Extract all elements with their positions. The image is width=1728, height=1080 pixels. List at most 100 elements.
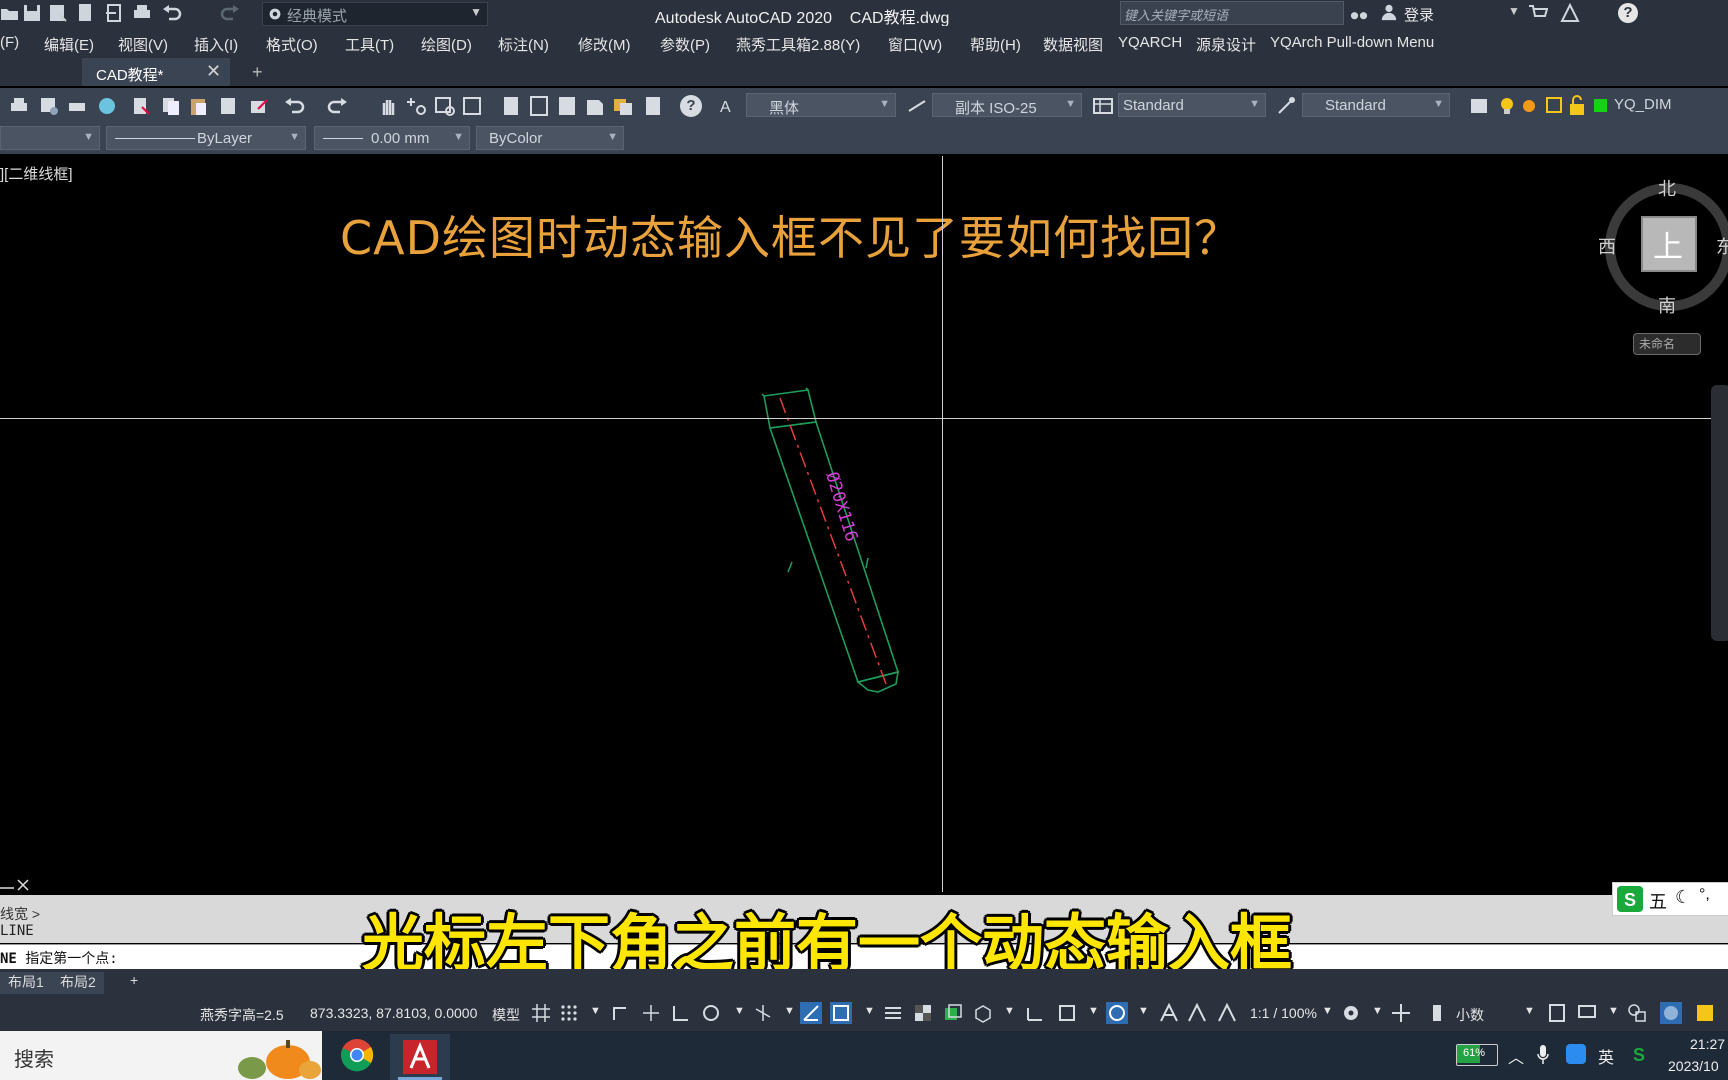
copy-icon[interactable] (160, 95, 182, 117)
color-select[interactable]: ▼ (0, 126, 100, 150)
chevron-down-icon[interactable]: ▼ (1524, 1005, 1535, 1017)
ucs-menu-button[interactable]: 未命名 (1633, 333, 1701, 355)
menu-yqarch[interactable]: YQARCH (1118, 34, 1182, 51)
selection-filter-icon[interactable] (1056, 1002, 1078, 1024)
menu-format[interactable]: 格式(O) (266, 34, 318, 55)
text-style-select[interactable]: 黑体 ▼ (746, 93, 896, 117)
compass-north[interactable]: 北 (1658, 175, 1676, 201)
menu-yanxiu[interactable]: 燕秀工具箱2.88(Y) (736, 34, 860, 55)
infer-constraints-icon[interactable] (610, 1002, 632, 1024)
pan-icon[interactable] (378, 95, 400, 117)
isodraft-icon[interactable] (752, 1002, 774, 1024)
multileader-style-select[interactable]: Standard ▼ (1302, 93, 1450, 117)
menu-draw[interactable]: 绘图(D) (421, 34, 472, 55)
dynamic-input-icon[interactable] (640, 1002, 662, 1024)
chevron-down-icon[interactable]: ▼ (784, 1005, 795, 1017)
graphics-performance-icon[interactable] (1576, 1002, 1598, 1024)
clock-time[interactable]: 21:27 (1690, 1036, 1725, 1052)
menu-yqarch-pulldown[interactable]: YQArch Pull-down Menu (1270, 34, 1434, 51)
lineweight-select[interactable]: 0.00 mm ▼ (314, 126, 470, 150)
close-icon[interactable]: ✕ (206, 61, 221, 82)
clean-screen-icon[interactable] (1694, 1002, 1716, 1024)
menu-window[interactable]: 窗口(W) (888, 34, 942, 55)
sun-icon[interactable] (1518, 95, 1540, 117)
menu-yuanquan[interactable]: 源泉设计 (1196, 34, 1256, 55)
coordinate-readout[interactable]: 873.3323, 87.8103, 0.0000 (310, 1005, 477, 1021)
match-prop-icon[interactable] (218, 95, 240, 117)
object-snap-tracking-icon[interactable] (800, 1002, 822, 1024)
selection-cycling-icon[interactable] (942, 1002, 964, 1024)
design-center-icon[interactable] (528, 95, 550, 117)
redo-icon[interactable] (220, 3, 240, 23)
autocad-taskbar-button[interactable] (390, 1034, 450, 1080)
plot-preview-icon[interactable] (76, 3, 96, 23)
quick-properties-icon[interactable] (1546, 1002, 1568, 1024)
clock-date[interactable]: 2023/10 (1668, 1058, 1719, 1074)
tab-layout2[interactable]: 布局2 (52, 972, 104, 994)
open-icon[interactable] (0, 3, 20, 23)
auto-scale-icon[interactable] (1186, 1002, 1208, 1024)
units-value[interactable]: 小数 (1456, 1005, 1484, 1025)
model-space-toggle[interactable]: 模型 (492, 1005, 520, 1025)
dim-style-icon[interactable] (906, 95, 928, 117)
microphone-icon[interactable] (1536, 1044, 1550, 1066)
snap-icon[interactable] (558, 1002, 580, 1024)
cart-icon[interactable] (1528, 3, 1549, 23)
chevron-down-icon[interactable]: ▼ (1608, 1005, 1619, 1017)
chevron-down-icon[interactable]: ▼ (1004, 1005, 1015, 1017)
chevron-down-icon[interactable]: ▼ (1088, 1005, 1099, 1017)
annotation-scale-icon[interactable] (1216, 1002, 1238, 1024)
dim-style-select[interactable]: 副本 ISO-25 ▼ (932, 93, 1082, 117)
paste-icon[interactable] (188, 95, 210, 117)
menu-data-view[interactable]: 数据视图 (1043, 34, 1103, 55)
publish-icon[interactable] (66, 95, 88, 117)
compass-west[interactable]: 西 (1598, 233, 1616, 259)
cut-icon[interactable] (130, 95, 152, 117)
3d-print-icon[interactable] (96, 95, 118, 117)
grid-icon[interactable] (530, 1002, 552, 1024)
help-search-input[interactable]: 键入关键字或短语 (1120, 1, 1344, 25)
chrome-icon[interactable] (340, 1038, 374, 1072)
text-style-icon[interactable]: A (718, 95, 740, 117)
tool-palettes-icon[interactable] (556, 95, 578, 117)
table-style-select[interactable]: Standard ▼ (1118, 93, 1266, 117)
help-icon[interactable]: ? (1618, 3, 1638, 23)
menu-view[interactable]: 视图(V) (118, 34, 168, 55)
gizmo-icon[interactable] (1106, 1002, 1128, 1024)
block-editor-icon[interactable] (248, 95, 270, 117)
workspace-gear-icon[interactable] (1340, 1002, 1362, 1024)
preview-icon[interactable] (38, 95, 60, 117)
annotation-monitor-icon[interactable] (1390, 1002, 1412, 1024)
markup-icon[interactable] (612, 95, 634, 117)
chevron-down-icon[interactable]: ▼ (1322, 1005, 1333, 1017)
user-icon[interactable] (1380, 3, 1398, 21)
help-icon[interactable]: ? (680, 95, 702, 117)
isolate-objects-icon[interactable] (1626, 1002, 1648, 1024)
chevron-down-icon[interactable]: ▼ (590, 1005, 601, 1017)
zoom-previous-icon[interactable] (462, 95, 484, 117)
chevron-down-icon[interactable]: ▼ (1372, 1005, 1383, 1017)
menu-parametric[interactable]: 参数(P) (660, 34, 710, 55)
sogou-tray-icon[interactable]: S (1630, 1044, 1650, 1064)
menu-dimension[interactable]: 标注(N) (498, 34, 549, 55)
menu-insert[interactable]: 插入(I) (194, 34, 238, 55)
lightbulb-icon[interactable] (1496, 95, 1518, 117)
annotation-scale-value[interactable]: 1:1 / 100% (1250, 1005, 1317, 1021)
chevron-down-icon[interactable]: ▼ (1138, 1005, 1149, 1017)
navigation-bar[interactable] (1711, 385, 1728, 641)
object-snap-icon[interactable] (830, 1002, 852, 1024)
a360-icon[interactable] (1560, 2, 1580, 23)
new-tab-button[interactable]: + (252, 62, 263, 83)
chevron-down-icon[interactable]: ▼ (1508, 4, 1520, 18)
ime-toolbar[interactable]: S 五 ☾ °, (1612, 882, 1728, 916)
multileader-style-icon[interactable] (1276, 95, 1298, 117)
compass-east[interactable]: 东 (1716, 233, 1728, 259)
zoom-window-icon[interactable] (434, 95, 456, 117)
current-layer[interactable]: YQ_DIM (1614, 96, 1672, 113)
viewport-controls[interactable]: ][二维线框] (0, 163, 73, 184)
add-layout-button[interactable]: + (122, 972, 146, 994)
chevron-down-icon[interactable]: ▼ (734, 1005, 745, 1017)
menu-tools[interactable]: 工具(T) (345, 34, 394, 55)
export-icon[interactable] (104, 3, 124, 23)
properties-icon[interactable] (500, 95, 522, 117)
